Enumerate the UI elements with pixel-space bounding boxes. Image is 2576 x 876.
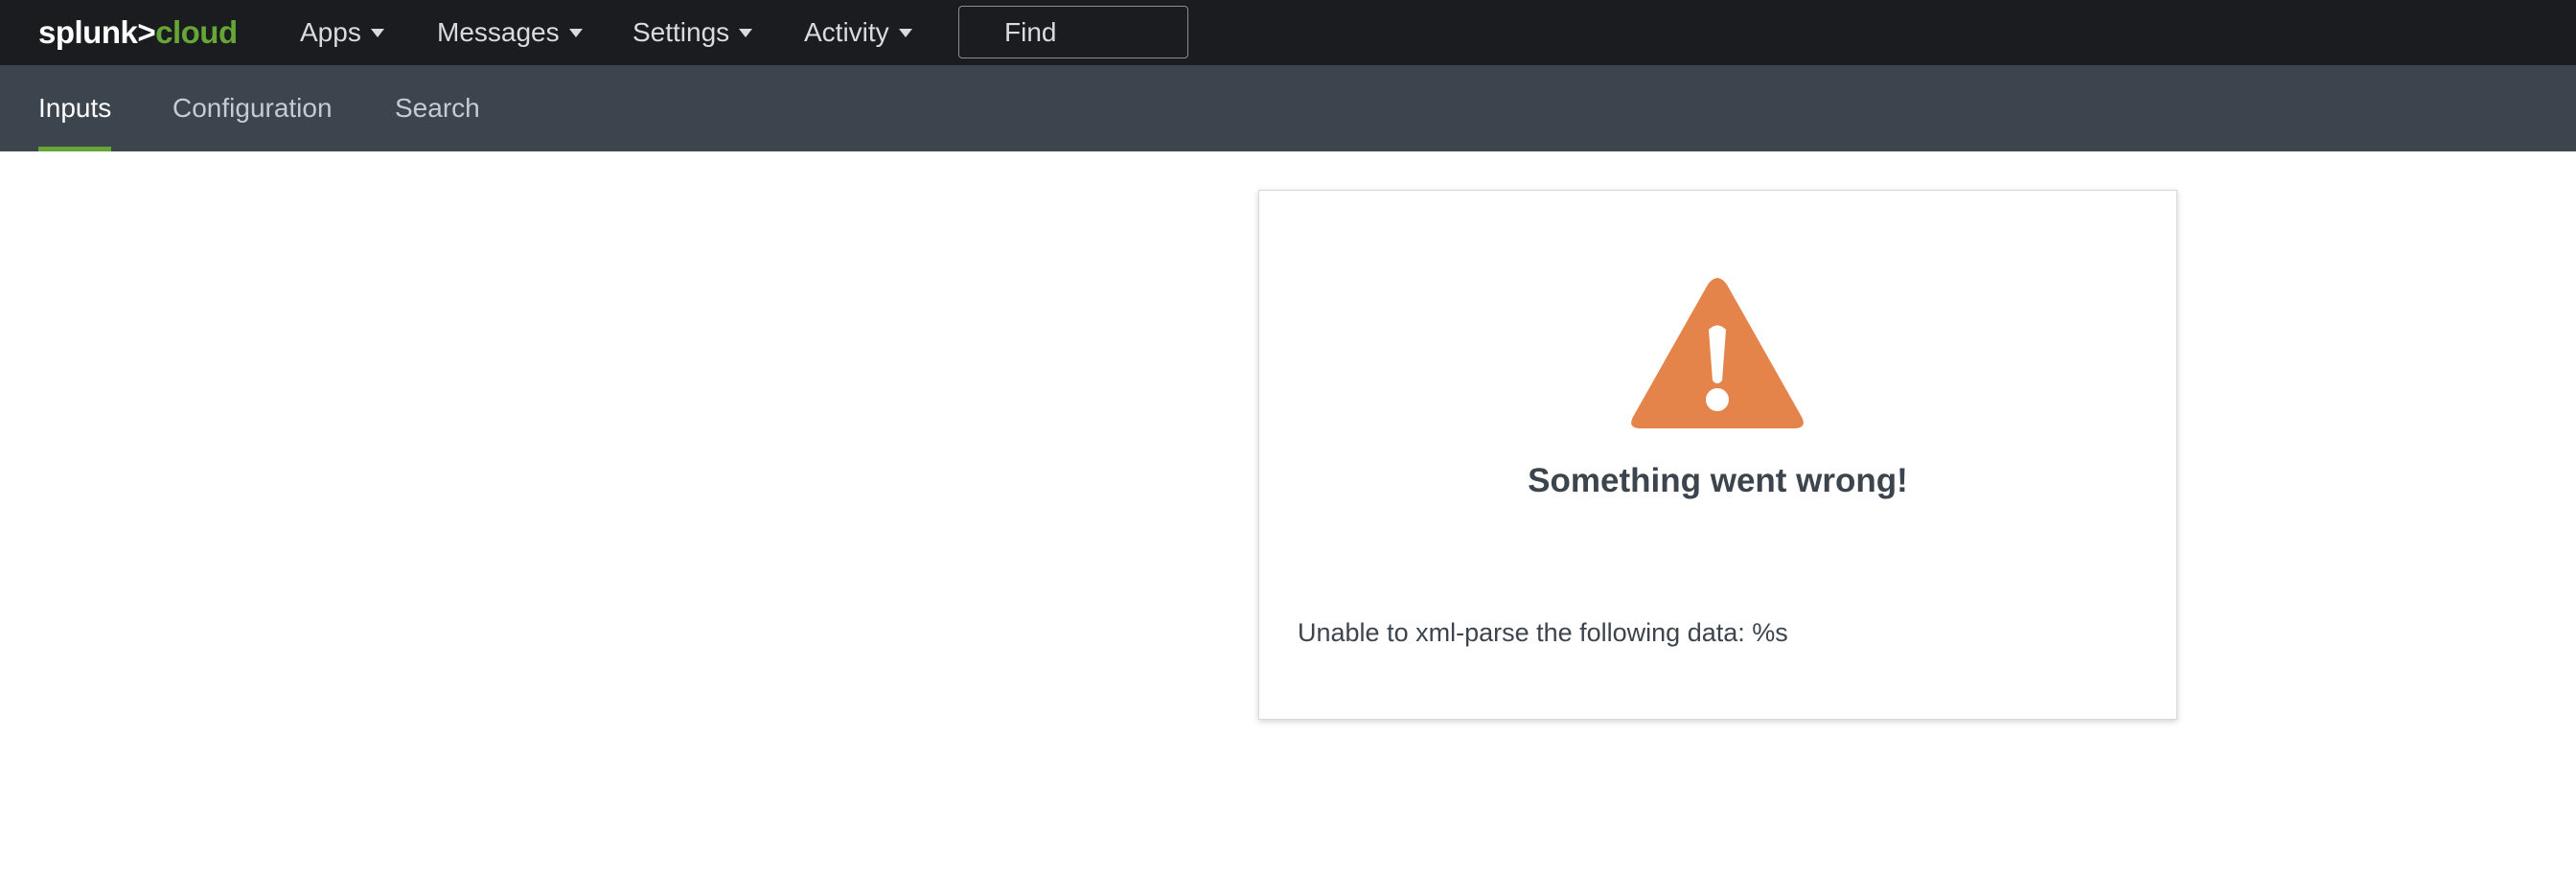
- activity-menu-label: Activity: [804, 17, 889, 47]
- splunk-cloud-logo[interactable]: splunk> cloud: [38, 13, 238, 52]
- messages-menu-label: Messages: [437, 17, 560, 47]
- error-title: Something went wrong!: [1528, 462, 1908, 499]
- apps-menu-label: Apps: [300, 17, 361, 47]
- logo-main: splunk>: [38, 14, 156, 50]
- chevron-down-icon: [568, 28, 583, 37]
- active-tab-indicator: [38, 147, 112, 151]
- error-card: Something went wrong! Unable to xml-pars…: [1258, 190, 2177, 720]
- error-message: Unable to xml-parse the following data: …: [1298, 618, 1788, 647]
- chevron-down-icon: [739, 28, 753, 37]
- tab-configuration[interactable]: Configuration: [172, 65, 333, 151]
- tab-search[interactable]: Search: [395, 65, 480, 151]
- warning-triangle-icon: [1631, 278, 1804, 428]
- tab-inputs-label: Inputs: [38, 93, 112, 123]
- activity-menu[interactable]: Activity: [804, 13, 912, 52]
- top-bar: splunk> cloud Apps Messages Settings Acti…: [0, 0, 2576, 65]
- tab-search-label: Search: [395, 93, 480, 123]
- messages-menu[interactable]: Messages: [437, 13, 583, 52]
- app-nav-bar: Inputs Configuration Search: [0, 65, 2576, 151]
- settings-menu[interactable]: Settings: [632, 13, 753, 52]
- apps-menu[interactable]: Apps: [300, 13, 384, 52]
- settings-menu-label: Settings: [632, 17, 730, 47]
- tab-configuration-label: Configuration: [172, 93, 333, 123]
- chevron-down-icon: [898, 28, 912, 37]
- chevron-down-icon: [370, 28, 384, 37]
- tab-inputs[interactable]: Inputs: [38, 65, 112, 151]
- find-input[interactable]: [958, 6, 1188, 58]
- logo-suffix: cloud: [155, 14, 238, 50]
